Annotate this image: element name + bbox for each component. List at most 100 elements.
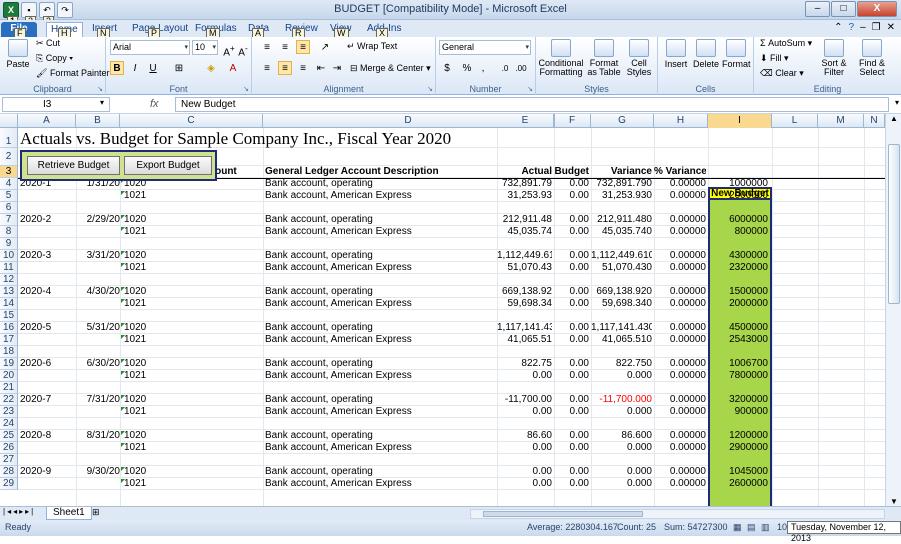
cell-actual[interactable]: 1,112,449.61	[497, 250, 552, 262]
wrap-text-button[interactable]: ↵ Wrap Text	[347, 41, 397, 52]
cell-variance[interactable]: 212,911.480	[591, 214, 652, 226]
cell-actual[interactable]: 86.60	[497, 430, 552, 442]
cell-actual[interactable]: 0.00	[497, 370, 552, 382]
row-header[interactable]: 9	[0, 238, 18, 250]
cell-actual[interactable]: 45,035.74	[497, 226, 553, 238]
cell-nb[interactable]: 900000	[710, 406, 768, 418]
page-layout-view-icon[interactable]: ▤	[747, 522, 756, 533]
fill-color-icon[interactable]: ◈	[204, 61, 218, 75]
cell-acct[interactable]: 1021	[124, 262, 164, 274]
zoom-level[interactable]: 10	[777, 522, 787, 532]
cut-button[interactable]: ✂ Cut	[36, 38, 60, 49]
close-button[interactable]: X	[857, 1, 897, 17]
cell-period[interactable]: 2020-6	[20, 358, 76, 370]
cell-variance[interactable]: 1,117,141.430	[591, 322, 652, 334]
cell-desc[interactable]: Bank account, operating	[265, 322, 495, 334]
cell-pct[interactable]: 0.00000	[654, 442, 706, 454]
cell-budget[interactable]: 0.00	[554, 478, 589, 490]
cell-desc[interactable]: Bank account, operating	[265, 286, 495, 298]
cell-nb[interactable]: 3200000	[710, 394, 768, 406]
cell-nb[interactable]: 6000000	[710, 214, 768, 226]
align-bottom-icon[interactable]: ≡	[296, 40, 310, 54]
format-as-table-button[interactable]: Format as Table	[586, 39, 622, 77]
error-indicator-icon[interactable]	[121, 251, 125, 255]
cell-acct[interactable]: 1021	[124, 478, 164, 490]
increase-font-icon[interactable]: A+	[222, 40, 236, 58]
row-header[interactable]: 17	[0, 334, 18, 346]
increase-indent-icon[interactable]: ⇥	[330, 61, 344, 75]
error-indicator-icon[interactable]	[121, 443, 125, 447]
cell-nb[interactable]: 2320000	[710, 262, 768, 274]
cell-actual[interactable]: 1,117,141.43	[497, 322, 552, 334]
error-indicator-icon[interactable]	[121, 299, 125, 303]
cell-acct[interactable]: 1020	[124, 394, 164, 406]
cell-variance[interactable]: 41,065.510	[591, 334, 652, 346]
normal-view-icon[interactable]: ▦	[733, 522, 742, 533]
error-indicator-icon[interactable]	[121, 323, 125, 327]
autosum-button[interactable]: Σ AutoSum ▾	[760, 38, 812, 49]
cell-desc[interactable]: Bank account, operating	[265, 214, 495, 226]
cell-actual[interactable]: 59,698.34	[497, 298, 553, 310]
cell-desc[interactable]: Bank account, American Express	[265, 334, 495, 346]
cell-variance[interactable]: 669,138.920	[591, 286, 652, 298]
row-header[interactable]: 27	[0, 454, 18, 466]
cell-pct[interactable]: 0.00000	[654, 358, 706, 370]
cell-pct[interactable]: 0.00000	[654, 226, 706, 238]
cell-acct[interactable]: 1020	[124, 250, 164, 262]
cell-pct[interactable]: 0.00000	[654, 190, 706, 202]
cell-pct[interactable]: 0.00000	[654, 394, 706, 406]
cell-desc[interactable]: Bank account, American Express	[265, 226, 495, 238]
cell-desc[interactable]: Bank account, American Express	[265, 298, 495, 310]
cell-nb[interactable]: 1006700	[710, 358, 768, 370]
sheet-tab-sheet1[interactable]: Sheet1	[46, 507, 92, 520]
row-header[interactable]: 29	[0, 478, 18, 490]
cell-actual[interactable]: 41,065.51	[497, 334, 553, 346]
cell-nb[interactable]: 2600000	[710, 478, 768, 490]
cell-pct[interactable]: 0.00000	[654, 286, 706, 298]
cell-date[interactable]: 7/31/20	[78, 394, 120, 406]
workbook-close-icon[interactable]: ✕	[887, 22, 895, 33]
cell-variance[interactable]: 0.000	[591, 442, 652, 454]
copy-button[interactable]: ⎘ Copy ▾	[36, 53, 73, 64]
cell-budget[interactable]: 0.00	[554, 322, 589, 334]
error-indicator-icon[interactable]	[121, 479, 125, 483]
cell-period[interactable]: 2020-3	[20, 250, 76, 262]
row-header[interactable]: 13	[0, 286, 18, 298]
cell-pct[interactable]: 0.00000	[654, 298, 706, 310]
cell-budget[interactable]: 0.00	[554, 370, 589, 382]
cell-desc[interactable]: Bank account, American Express	[265, 478, 495, 490]
cell-pct[interactable]: 0.00000	[654, 334, 706, 346]
retrieve-budget-button[interactable]: Retrieve Budget	[27, 156, 120, 175]
cell-pct[interactable]: 0.00000	[654, 478, 706, 490]
cell-variance[interactable]: 732,891.790	[591, 178, 652, 190]
cell-period[interactable]: 2020-7	[20, 394, 76, 406]
cell-nb[interactable]: 2000000	[710, 298, 768, 310]
format-painter-button[interactable]: 🖌 Format Painter	[36, 68, 109, 79]
column-title-actual[interactable]: Actual	[497, 166, 552, 178]
align-right-icon[interactable]: ≡	[296, 61, 310, 75]
page-break-view-icon[interactable]: ▥	[761, 522, 770, 533]
font-color-icon[interactable]: A	[226, 61, 240, 75]
column-header[interactable]: G	[591, 114, 654, 128]
row-header[interactable]: 21	[0, 382, 18, 394]
font-name-select[interactable]: Arial ▾	[110, 40, 190, 55]
row-header[interactable]: 19	[0, 358, 18, 370]
align-top-icon[interactable]: ≡	[260, 40, 274, 54]
horizontal-scrollbar[interactable]	[470, 509, 885, 519]
cell-desc[interactable]: Bank account, operating	[265, 250, 495, 262]
cell-variance[interactable]: 0.000	[591, 406, 652, 418]
cell-pct[interactable]: 0.00000	[654, 430, 706, 442]
row-header[interactable]: 12	[0, 274, 18, 286]
cell-desc[interactable]: Bank account, American Express	[265, 442, 495, 454]
column-header[interactable]: B	[76, 114, 120, 128]
export-budget-button[interactable]: Export Budget	[124, 156, 212, 175]
error-indicator-icon[interactable]	[121, 407, 125, 411]
conditional-formatting-button[interactable]: Conditional Formatting	[538, 39, 584, 77]
vertical-scrollbar[interactable]: ▲ ▼	[885, 114, 901, 506]
cell-variance[interactable]: 1,112,449.610	[591, 250, 652, 262]
clear-button[interactable]: ⌫ Clear ▾	[760, 68, 804, 79]
row-header[interactable]: 6	[0, 202, 18, 214]
cell-acct[interactable]: 1021	[124, 226, 164, 238]
cell-budget[interactable]: 0.00	[554, 214, 589, 226]
row-header[interactable]: 14	[0, 298, 18, 310]
